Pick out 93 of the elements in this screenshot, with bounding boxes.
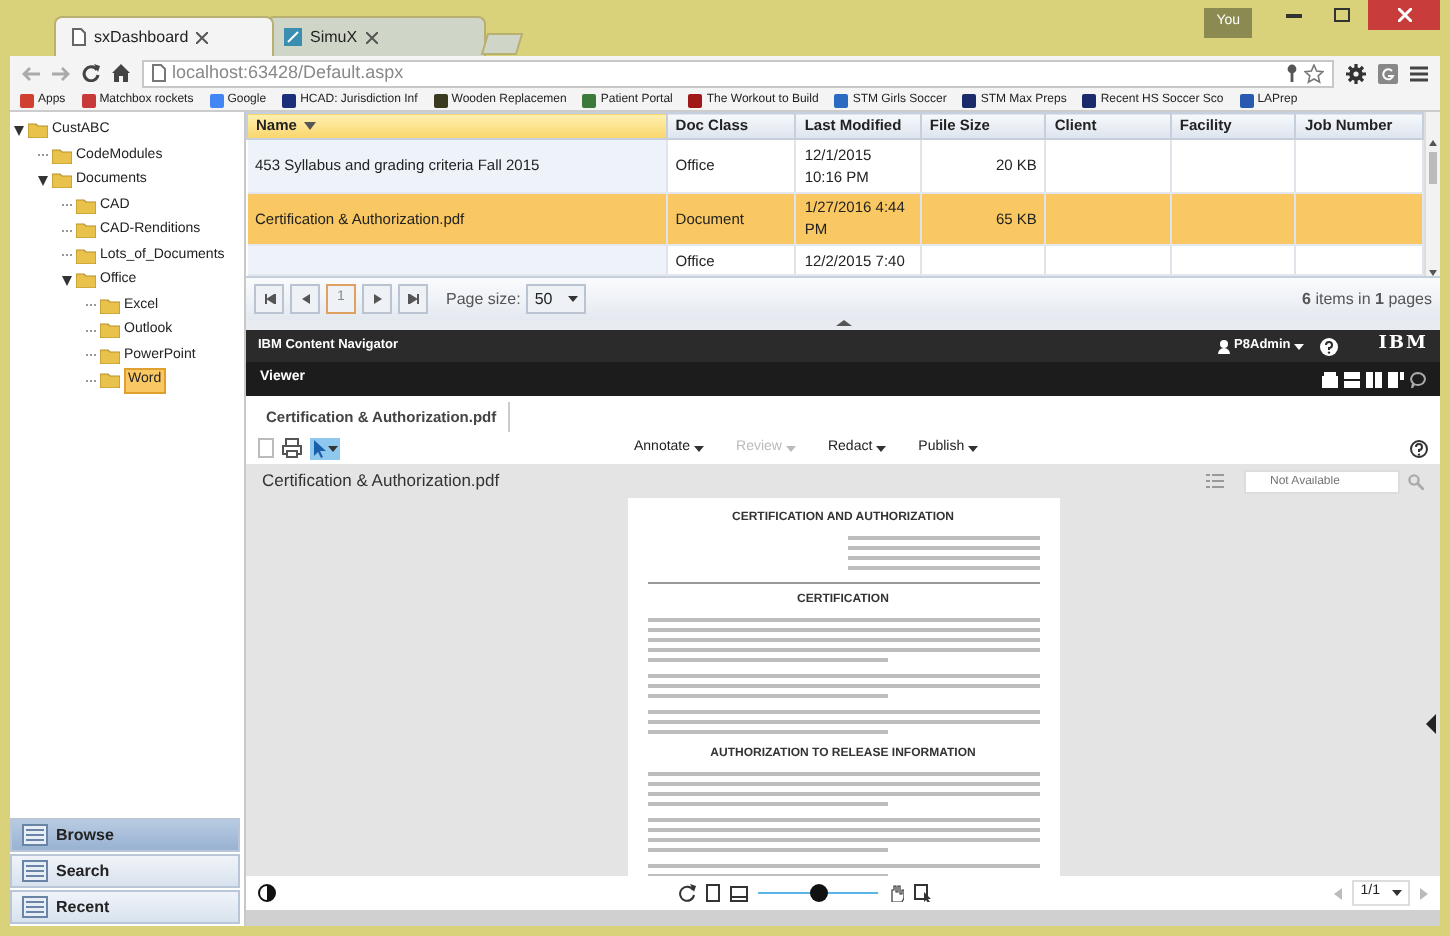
print-icon[interactable] bbox=[282, 438, 302, 458]
panel-icon bbox=[22, 824, 48, 846]
close-icon bbox=[1397, 8, 1411, 22]
help-icon[interactable] bbox=[1410, 439, 1428, 457]
url-text: localhost:63428/Default.aspx bbox=[172, 59, 404, 86]
slider-thumb[interactable] bbox=[809, 884, 828, 902]
vertical-split-icon[interactable] bbox=[1366, 371, 1382, 387]
fit-page-icon[interactable] bbox=[706, 884, 721, 902]
collapse-icon[interactable] bbox=[14, 125, 24, 136]
close-icon[interactable] bbox=[196, 31, 209, 43]
tab-title: sxDashboard bbox=[94, 25, 189, 49]
document-title: Certification & Authorization.pdf bbox=[262, 468, 500, 494]
previous-page-button[interactable] bbox=[290, 284, 320, 314]
panel-icon bbox=[22, 896, 48, 918]
collapse-icon[interactable] bbox=[62, 275, 72, 286]
tab-title: SimuX bbox=[310, 25, 358, 49]
star-icon[interactable] bbox=[1304, 63, 1324, 83]
collapse-handle-icon[interactable] bbox=[1426, 714, 1436, 734]
zoom-slider[interactable] bbox=[758, 884, 879, 902]
home-icon[interactable] bbox=[112, 64, 130, 82]
bookmark-icon bbox=[433, 93, 448, 107]
user-icon bbox=[1218, 339, 1231, 353]
caret-icon bbox=[876, 445, 887, 451]
bookmark-icon bbox=[209, 93, 224, 107]
nav-panel-button[interactable]: Recent bbox=[10, 890, 240, 924]
key-icon bbox=[1286, 63, 1298, 81]
rotate-icon[interactable] bbox=[678, 884, 697, 902]
menu-icon[interactable] bbox=[1410, 65, 1428, 81]
horizontal-split-icon[interactable] bbox=[1344, 371, 1360, 387]
layout-icon[interactable] bbox=[1322, 371, 1338, 387]
caret-icon bbox=[1391, 890, 1402, 896]
fit-width-icon[interactable] bbox=[730, 885, 749, 901]
app-icon bbox=[284, 28, 302, 46]
last-page-button[interactable] bbox=[398, 284, 428, 314]
page-icon bbox=[72, 28, 86, 46]
browser-tab[interactable]: sxDashboard bbox=[54, 16, 274, 56]
tree-line-icon bbox=[86, 300, 96, 311]
caret-icon bbox=[785, 445, 796, 451]
bookmark-icon bbox=[81, 93, 96, 107]
tree-line-icon bbox=[86, 375, 96, 386]
collapse-icon[interactable] bbox=[38, 175, 48, 186]
bookmark-icon bbox=[1239, 93, 1254, 107]
select-page-icon[interactable] bbox=[914, 884, 933, 902]
hand-icon[interactable] bbox=[888, 884, 905, 902]
next-page-icon bbox=[371, 294, 383, 304]
page-size-select[interactable]: 50 bbox=[526, 284, 587, 314]
first-page-icon bbox=[263, 294, 275, 304]
minimize-icon bbox=[1286, 13, 1302, 17]
comment-icon[interactable] bbox=[1410, 371, 1426, 387]
maximize-icon bbox=[1334, 8, 1350, 22]
reload-icon[interactable] bbox=[82, 64, 100, 82]
tree-line-icon bbox=[38, 150, 48, 161]
help-icon[interactable] bbox=[1320, 337, 1339, 355]
tree-line-icon bbox=[62, 250, 72, 261]
horizontal-scrollbar[interactable] bbox=[246, 910, 1440, 926]
sort-icon bbox=[304, 122, 317, 131]
item-count: 6 items in 1 pages bbox=[1302, 287, 1432, 311]
tree-line-icon bbox=[62, 225, 72, 236]
last-page-icon bbox=[407, 294, 419, 304]
page-icon bbox=[152, 64, 166, 82]
caret-icon bbox=[328, 445, 338, 451]
tree-line-icon bbox=[86, 325, 96, 336]
address-field[interactable]: localhost:63428/Default.aspx bbox=[142, 59, 1334, 87]
bookmark-icon bbox=[582, 93, 597, 107]
bookmark-icon bbox=[1082, 93, 1097, 107]
caret-icon bbox=[568, 296, 579, 302]
panel-icon bbox=[22, 860, 48, 882]
scrollbar-drawing bbox=[1426, 140, 1440, 276]
nav-panel-button[interactable]: Browse bbox=[10, 818, 240, 852]
page-size-label: Page size: bbox=[446, 287, 521, 311]
close-icon[interactable] bbox=[365, 31, 378, 43]
bookmark-icon bbox=[834, 93, 849, 107]
settings-icon[interactable] bbox=[1346, 63, 1366, 83]
pointer-tool-button[interactable] bbox=[310, 437, 340, 459]
tree-line-icon bbox=[62, 200, 72, 211]
caret-icon bbox=[694, 445, 705, 451]
bookmark-icon bbox=[962, 93, 977, 107]
brand-logo: IBM bbox=[1378, 332, 1428, 359]
next-page-button[interactable] bbox=[362, 284, 392, 314]
panel-layout-icon[interactable] bbox=[1388, 371, 1404, 387]
extension-icon[interactable] bbox=[1378, 63, 1398, 83]
close-button[interactable] bbox=[1368, 0, 1440, 30]
pointer-icon bbox=[312, 439, 326, 457]
tree-line-icon bbox=[86, 350, 96, 361]
previous-page-icon bbox=[299, 294, 311, 304]
contrast-icon[interactable] bbox=[258, 884, 276, 902]
caret-icon bbox=[1294, 343, 1305, 349]
caret-icon bbox=[968, 445, 979, 451]
bookmark-icon bbox=[688, 93, 703, 107]
bookmark-icon bbox=[20, 93, 34, 107]
bookmark-icon bbox=[282, 93, 297, 107]
first-page-button[interactable] bbox=[254, 284, 284, 314]
nav-panel-button[interactable]: Search bbox=[10, 854, 240, 888]
